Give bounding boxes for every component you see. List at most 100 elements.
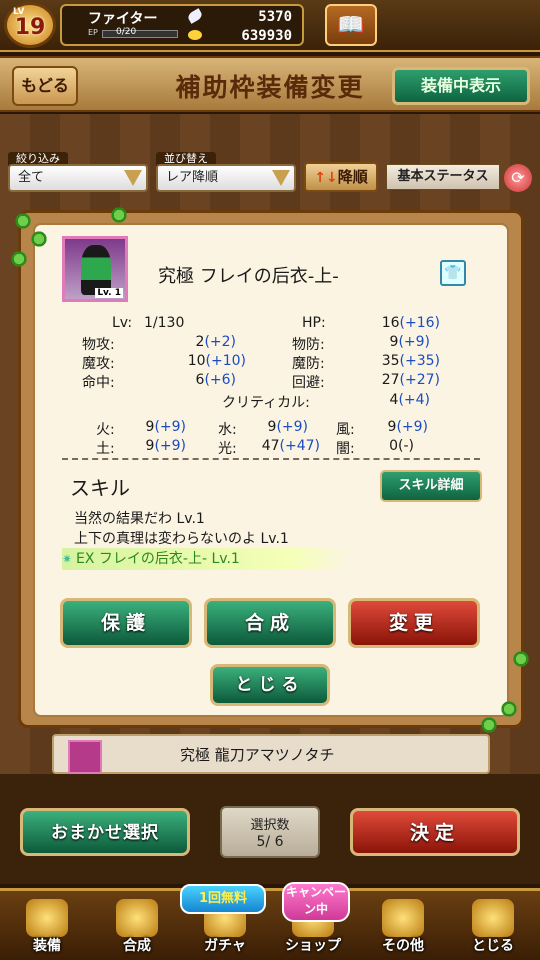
stat-matk-label: 魔攻: (82, 356, 115, 372)
stat-bonus: (+35) (399, 353, 440, 369)
element-dark: 0(-) (370, 438, 414, 454)
element-light: 47(+47) (250, 438, 320, 454)
element-value: 0 (389, 438, 399, 454)
element-fire: 9(+9) (130, 419, 186, 435)
element-water: 9(+9) (250, 419, 308, 435)
book-menu-button[interactable]: 📖 (325, 4, 377, 46)
decide-button[interactable]: 決定 (350, 808, 520, 856)
skill-item: 上下の真理は変わらないのよ Lv.1 (74, 531, 289, 547)
nav-label: その他 (382, 938, 424, 954)
stat-pdef-label: 物防: (292, 337, 325, 353)
gear-icon (382, 899, 424, 937)
ep-bar (102, 30, 178, 38)
ep-label: EP (88, 28, 98, 37)
selection-count-box: 選択数 5/ 6 (220, 806, 320, 858)
nav-other[interactable]: その他 (360, 893, 446, 959)
element-bonus: (+9) (276, 419, 308, 435)
character-icon (472, 899, 514, 937)
stat-hp: 16(+16) (350, 315, 440, 331)
back-button[interactable]: もどる (12, 66, 78, 106)
stat-value: 10 (187, 353, 206, 369)
refresh-icon[interactable]: ⟳ (504, 164, 532, 192)
basic-status-button[interactable]: 基本ステータス (386, 164, 500, 190)
page-header: もどる 補助枠装備変更 装備中表示 (0, 56, 540, 112)
element-bonus: (+9) (154, 419, 186, 435)
chevron-down-icon (124, 170, 142, 186)
element-bonus: (+9) (396, 419, 428, 435)
stat-eva-label: 回避: (292, 375, 325, 391)
protect-button[interactable]: 保護 (60, 598, 192, 648)
player-level: 19 (14, 15, 46, 40)
stat-hit: 6(+6) (150, 372, 236, 388)
element-wind-label: 風: (336, 422, 355, 438)
stat-hp-label: HP: (302, 315, 326, 331)
element-bonus: (+47) (279, 438, 320, 454)
nav-label: 合成 (123, 938, 151, 954)
show-equipped-button[interactable]: 装備中表示 (392, 67, 530, 105)
stat-bonus: (+16) (399, 315, 440, 331)
stat-patk-label: 物攻: (82, 337, 115, 353)
element-value: 47 (261, 438, 280, 454)
vine-decoration (10, 250, 28, 268)
auto-select-button[interactable]: おまかせ選択 (20, 808, 190, 856)
sort-value: レア降順 (166, 170, 219, 185)
item-icon: Lv. 1 (62, 236, 128, 302)
close-button[interactable]: とじる (210, 664, 330, 706)
change-button[interactable]: 変更 (348, 598, 480, 648)
sparkle-icon: ✷ (62, 552, 73, 566)
chevron-down-icon (272, 170, 290, 186)
stat-matk: 10(+10) (150, 353, 246, 369)
vine-decoration (30, 230, 48, 248)
armor-type-icon: 👕 (440, 260, 466, 286)
stat-value: 27 (381, 372, 400, 388)
stat-patk: 2(+2) (150, 334, 236, 350)
stat-lv-value: 1/130 (144, 315, 185, 331)
vine-decoration (480, 716, 498, 734)
selection-count-value: 5/ 6 (256, 834, 284, 850)
skill-item-ex: ✷ EX フレイの后衣-上- Lv.1 (62, 548, 350, 570)
stat-value: 35 (381, 353, 400, 369)
vine-decoration (500, 700, 518, 718)
stat-bonus: (+9) (398, 334, 430, 350)
nav-label: ガチャ (204, 938, 246, 954)
sort-select[interactable]: レア降順 (156, 164, 296, 192)
stat-value: 16 (381, 315, 400, 331)
stat-bonus: (+2) (204, 334, 236, 350)
element-light-label: 光: (218, 441, 237, 457)
bottom-nav: 装備 合成 ガチャ ショップ その他 とじる (0, 888, 540, 960)
free-gacha-badge: 1回無料 (180, 884, 266, 914)
element-fire-label: 火: (96, 422, 115, 438)
stat-bonus: (+27) (399, 372, 440, 388)
hammer-icon (116, 899, 158, 937)
nav-label: とじる (472, 938, 514, 954)
stat-bonus: (+4) (398, 392, 430, 408)
element-bonus: (-) (398, 438, 414, 454)
skill-item: 当然の結果だわ Lv.1 (74, 511, 205, 527)
vine-decoration (512, 650, 530, 668)
nav-label: ショップ (285, 938, 341, 954)
filter-value: 全て (18, 170, 45, 185)
vine-decoration (110, 206, 128, 224)
item-name: 究極 フレイの后衣-上- (158, 266, 339, 287)
nav-close[interactable]: とじる (450, 893, 536, 959)
list-item[interactable]: 究極 龍刀アマツノタチ (52, 734, 490, 774)
filter-select[interactable]: 全て (8, 164, 148, 192)
nav-compose[interactable]: 合成 (94, 893, 180, 959)
element-earth-label: 土: (96, 441, 115, 457)
stat-mdef: 35(+35) (350, 353, 440, 369)
skill-ex-label: EX フレイの后衣-上- Lv.1 (76, 551, 240, 567)
stat-pdef: 9(+9) (350, 334, 430, 350)
stone-count: 5370 (258, 9, 292, 25)
page-title: 補助枠装備変更 (175, 73, 365, 102)
gold-coin-icon (188, 30, 202, 40)
top-status-bar: LV 19 ファイター EP 0/20 5370 639930 📖 (0, 0, 540, 52)
sort-order-button[interactable]: ↑↓降順 (304, 162, 378, 192)
sword-item-icon (68, 740, 102, 774)
nav-equip[interactable]: 装備 (4, 893, 90, 959)
nav-label: 装備 (33, 938, 61, 954)
skill-detail-button[interactable]: スキル詳細 (380, 470, 482, 502)
compose-button[interactable]: 合成 (204, 598, 336, 648)
stat-crit-label: クリティカル: (222, 395, 310, 411)
stat-lv-label: Lv: (112, 315, 133, 331)
element-wind: 9(+9) (370, 419, 428, 435)
